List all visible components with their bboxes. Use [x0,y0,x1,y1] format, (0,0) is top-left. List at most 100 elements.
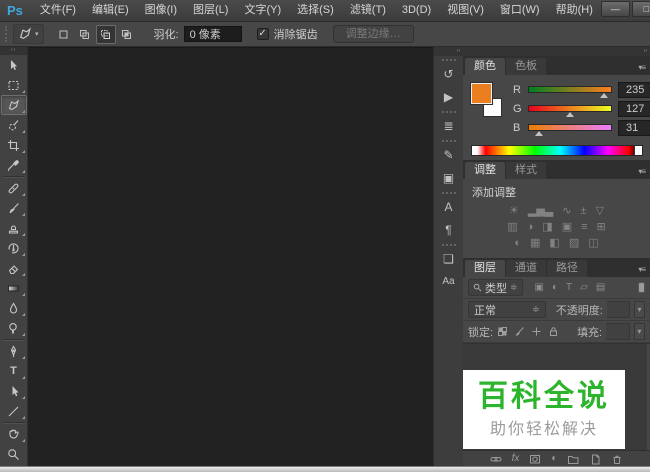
filter-adjustment-layers-icon[interactable]: ◐ [552,282,558,293]
link-layers-icon[interactable] [490,453,502,465]
red-slider[interactable] [528,86,612,93]
add-to-selection-button[interactable] [75,25,95,44]
new-group-folder-icon[interactable] [567,453,579,465]
minimize-button[interactable]: — [601,1,630,17]
panel-menu-icon[interactable]: ▾≡ [633,63,650,75]
menu-help[interactable]: 帮助(H) [548,0,601,21]
layer-style-fx-icon[interactable]: fx [512,454,520,464]
menu-window[interactable]: 窗口(W) [492,0,548,21]
eraser-tool[interactable] [1,258,27,278]
hand-tool[interactable] [1,424,27,444]
type-tool[interactable]: T [1,361,27,381]
spectrum-bw-swatch[interactable] [634,146,642,155]
panel-menu-icon[interactable]: ▾≡ [633,265,650,277]
opacity-caret-button[interactable]: ▾ [634,301,645,318]
color-lookup-icon[interactable]: ⊞ [597,221,606,233]
filter-kind-select[interactable]: 类型 ≑ [468,279,523,296]
tab-styles[interactable]: 样式 [506,162,546,179]
gradient-tool[interactable] [1,278,27,298]
menu-edit[interactable]: 编辑(E) [84,0,137,21]
zoom-tool[interactable] [1,444,27,464]
tools-panel-collapse-arrow[interactable]: ›› [0,47,27,55]
tab-layers[interactable]: 图层 [465,260,505,277]
menu-image[interactable]: 图像(I) [137,0,185,21]
brush-tool[interactable] [1,198,27,218]
posterize-icon[interactable]: ▦ [530,237,540,249]
filter-type-layers-icon[interactable]: T [566,282,572,293]
new-adjustment-layer-icon[interactable]: ◐ [551,454,557,464]
actions-panel-icon[interactable]: ▶ [437,86,461,107]
invert-icon[interactable]: ◐ [514,237,521,249]
exposure-icon[interactable]: ± [580,205,586,217]
tab-adjustments[interactable]: 调整 [465,162,505,179]
red-value-field[interactable]: 235 [618,82,650,98]
fill-caret-button[interactable]: ▾ [634,323,645,340]
levels-icon[interactable]: ▂▅▃ [528,205,553,217]
rectangular-marquee-tool[interactable] [1,75,27,95]
menu-file[interactable]: 文件(F) [32,0,84,21]
delete-layer-trash-icon[interactable] [611,453,623,465]
menu-filter[interactable]: 滤镜(T) [342,0,394,21]
antialias-checkbox[interactable]: ✓ [257,28,269,40]
menu-select[interactable]: 选择(S) [289,0,342,21]
green-value-field[interactable]: 127 [618,101,650,117]
dodge-tool[interactable] [1,318,27,338]
blue-slider[interactable] [528,124,612,131]
channel-mixer-icon[interactable]: ≡ [581,221,587,233]
new-layer-icon[interactable] [589,453,601,465]
vibrance-icon[interactable]: ▽ [596,205,604,217]
menu-type[interactable]: 文字(Y) [236,0,289,21]
green-slider-thumb[interactable] [566,112,574,117]
green-slider[interactable] [528,105,612,112]
lock-position-icon[interactable] [531,326,542,337]
paragraph-panel-icon[interactable]: ¶ [437,219,461,240]
lock-transparency-icon[interactable] [497,326,508,337]
glyphs-panel-icon[interactable]: Aa [437,271,461,292]
brightness-contrast-icon[interactable]: ☀ [509,205,519,217]
photo-filter-icon[interactable]: ▣ [562,221,572,233]
layers-list[interactable]: 百科全说 助你轻松解决 [463,343,650,450]
options-bar-grip[interactable] [5,26,7,42]
dock-group-grip[interactable] [442,192,456,194]
canvas-area[interactable] [28,47,433,466]
hue-saturation-icon[interactable]: ▥ [507,221,517,233]
history-brush-tool[interactable] [1,238,27,258]
brush-panel-icon[interactable]: ✎ [437,144,461,165]
fill-value-field[interactable] [606,323,630,340]
add-layer-mask-icon[interactable] [529,453,541,465]
icon-dock-expand-arrow[interactable]: ›› [434,47,463,56]
selective-color-icon[interactable]: ◫ [588,237,598,249]
intersect-selection-button[interactable] [117,25,137,44]
panel-dock-collapse-arrow[interactable]: ›› [463,47,650,56]
eyedropper-tool[interactable] [1,155,27,175]
filter-smart-object-icon[interactable]: ▤ [596,282,605,293]
maximize-button[interactable]: □ [632,1,650,17]
lock-all-icon[interactable] [548,326,559,337]
character-panel-icon[interactable]: A [437,196,461,217]
spot-healing-brush-tool[interactable] [1,178,27,198]
filter-pixel-layers-icon[interactable]: ▣ [535,282,544,293]
threshold-icon[interactable]: ◧ [549,237,559,249]
dock-group-grip[interactable] [442,140,456,142]
quick-selection-tool[interactable] [1,115,27,135]
dock-group-grip[interactable] [442,244,456,246]
dock-group-grip[interactable] [442,111,456,113]
red-slider-thumb[interactable] [600,93,608,98]
foreground-color-swatch[interactable] [471,83,492,104]
menu-layer[interactable]: 图层(L) [185,0,236,21]
new-selection-button[interactable] [54,25,74,44]
path-selection-tool[interactable] [1,381,27,401]
lock-pixels-icon[interactable] [514,326,525,337]
tab-paths[interactable]: 路径 [547,260,587,277]
pen-tool[interactable] [1,341,27,361]
filter-shape-layers-icon[interactable]: ▱ [580,282,588,293]
dock-group-grip[interactable] [442,59,456,61]
refine-edge-button[interactable]: 调整边缘… [333,25,414,43]
panel-menu-icon[interactable]: ▾≡ [633,167,650,179]
tab-swatches[interactable]: 色板 [506,58,546,75]
line-tool[interactable] [1,401,27,421]
color-balance-icon[interactable]: ◑ [527,221,534,233]
move-tool[interactable] [1,55,27,75]
menu-view[interactable]: 视图(V) [439,0,492,21]
layer-comps-panel-icon[interactable]: ❏ [437,248,461,269]
